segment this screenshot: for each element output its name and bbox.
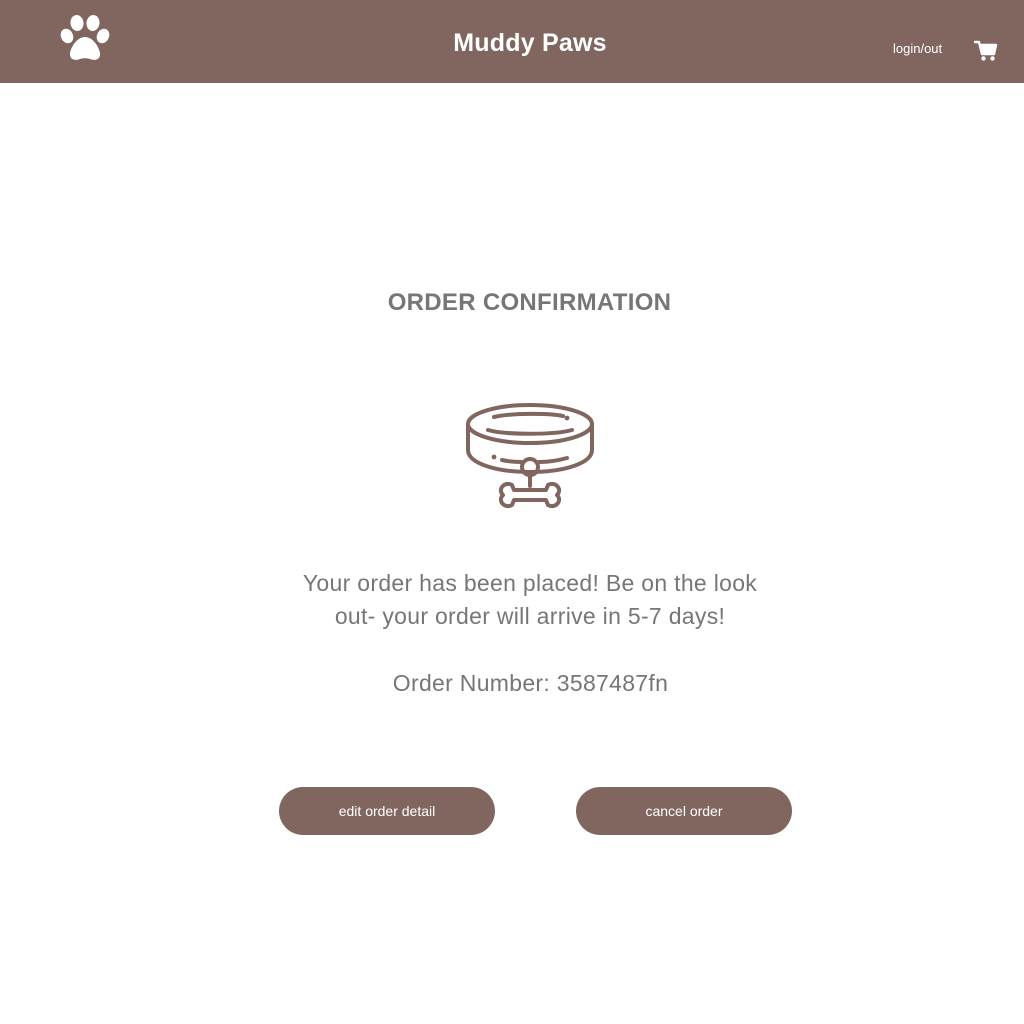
brand-title: Muddy Paws: [453, 29, 607, 57]
cancel-order-button[interactable]: cancel order: [576, 787, 792, 835]
confirmation-message: Your order has been placed! Be on the lo…: [302, 570, 758, 629]
shopping-cart-icon[interactable]: [973, 40, 998, 62]
edit-order-button[interactable]: edit order detail: [279, 787, 495, 835]
dog-collar-icon: [465, 401, 595, 517]
page: Muddy Paws login/out ORDER CONFIRMATION: [0, 0, 1024, 1024]
login-logout-link[interactable]: login/out: [893, 41, 942, 57]
order-number: Order Number: 3587487fn: [392, 670, 669, 696]
top-header: Muddy Paws login/out: [0, 0, 1024, 83]
page-title: ORDER CONFIRMATION: [387, 289, 672, 316]
